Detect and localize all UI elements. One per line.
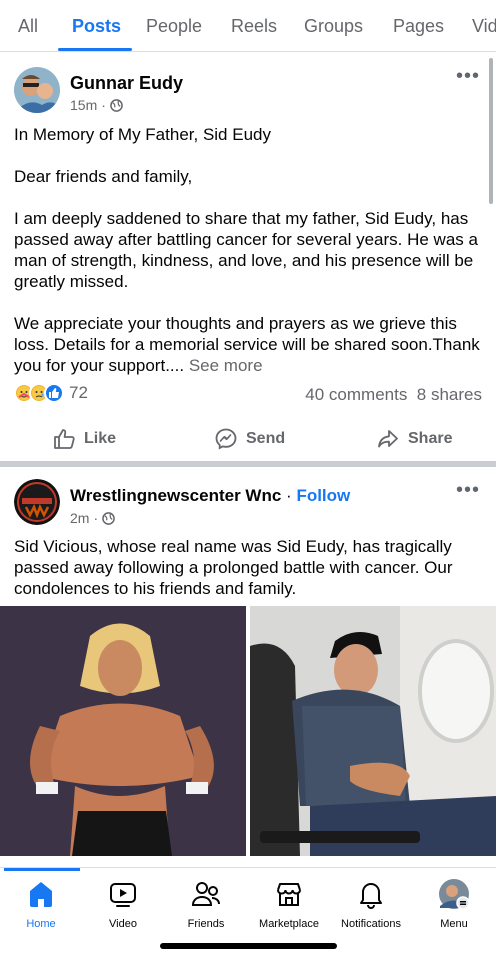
- post-photo[interactable]: [250, 606, 496, 856]
- tab-groups[interactable]: Groups: [304, 16, 363, 37]
- reaction-summary[interactable]: 72: [14, 383, 88, 403]
- avatar[interactable]: [14, 67, 60, 113]
- post-time: 15m: [70, 97, 98, 113]
- post-time: 2m: [70, 510, 90, 526]
- home-icon: [30, 882, 52, 907]
- share-icon: [378, 430, 398, 448]
- follow-button[interactable]: Follow: [296, 486, 350, 505]
- nav-friends[interactable]: Friends: [165, 878, 247, 930]
- post-meta: 15m ·: [70, 97, 123, 113]
- search-tabs: All Posts People Reels Groups Pages Vid: [0, 0, 496, 52]
- profile-menu-icon: [439, 879, 470, 910]
- post-author-line: Wrestlingnewscenter Wnc · Follow: [70, 486, 350, 506]
- tab-all[interactable]: All: [18, 16, 38, 37]
- post-actions: Like Send Share: [0, 423, 496, 457]
- tab-reels[interactable]: Reels: [231, 16, 277, 37]
- post-text: I am deeply saddened to share that my fa…: [14, 209, 478, 291]
- send-button[interactable]: Send: [214, 427, 285, 451]
- see-more-link[interactable]: See more: [189, 356, 263, 375]
- home-indicator: [160, 943, 337, 949]
- active-tab-indicator: [58, 48, 132, 51]
- tab-people[interactable]: People: [146, 16, 202, 37]
- friends-icon: [191, 882, 220, 906]
- tab-video[interactable]: Vid: [472, 16, 496, 37]
- post-text: In Memory of My Father, Sid Eudy: [14, 125, 271, 144]
- post-card: Wrestlingnewscenter Wnc · Follow 2m · ••…: [0, 467, 496, 867]
- globe-icon: [110, 98, 123, 112]
- scrollbar[interactable]: [489, 58, 493, 204]
- more-options-icon[interactable]: •••: [456, 65, 480, 88]
- like-outline-icon: [54, 429, 75, 449]
- tab-pages[interactable]: Pages: [393, 16, 444, 37]
- post-author[interactable]: Gunnar Eudy: [70, 73, 183, 94]
- shares-count[interactable]: 8 shares: [417, 385, 482, 404]
- nav-home[interactable]: Home: [0, 878, 82, 930]
- nav-active-indicator: [4, 868, 80, 871]
- share-button[interactable]: Share: [376, 427, 452, 451]
- post-text: We appreciate your thoughts and prayers …: [14, 313, 486, 376]
- post-meta: 2m ·: [70, 510, 115, 526]
- messenger-icon: [215, 428, 237, 450]
- post-photo[interactable]: [0, 606, 246, 856]
- marketplace-icon: [277, 883, 301, 906]
- post-card: Gunnar Eudy 15m · ••• In Memory of My Fa…: [0, 53, 496, 461]
- video-icon: [110, 883, 136, 907]
- globe-icon: [102, 511, 115, 525]
- nav-menu[interactable]: Menu: [413, 878, 495, 930]
- bell-icon: [360, 883, 382, 909]
- nav-video[interactable]: Video: [82, 878, 164, 930]
- tab-posts[interactable]: Posts: [72, 16, 121, 37]
- comments-shares: 40 comments 8 shares: [305, 385, 482, 405]
- more-options-icon[interactable]: •••: [456, 479, 480, 502]
- post-text: Dear friends and family,: [14, 167, 193, 186]
- reaction-count: 72: [69, 383, 88, 402]
- avatar[interactable]: [14, 479, 60, 525]
- nav-marketplace[interactable]: Marketplace: [248, 878, 330, 930]
- like-icon: [44, 383, 64, 403]
- comments-count[interactable]: 40 comments: [305, 385, 407, 404]
- like-button[interactable]: Like: [52, 427, 116, 451]
- post-author[interactable]: Wrestlingnewscenter Wnc: [70, 486, 281, 505]
- nav-notifications[interactable]: Notifications: [330, 878, 412, 930]
- post-text: Sid Vicious, whose real name was Sid Eud…: [14, 537, 453, 598]
- separator-dot: ·: [286, 486, 292, 505]
